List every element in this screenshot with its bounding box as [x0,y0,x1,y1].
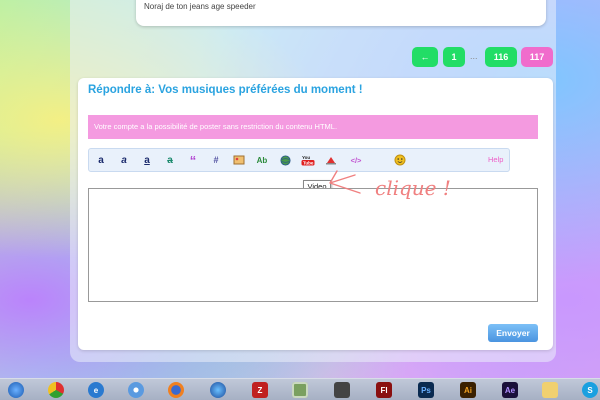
photoshop-icon[interactable]: Ps [418,382,434,398]
start-orb-icon[interactable] [8,382,24,398]
paint-icon[interactable] [292,382,308,398]
current-page-button[interactable]: 117 [521,47,553,67]
internet-explorer-icon[interactable]: e [88,382,104,398]
flash-app-icon[interactable]: Fl [376,382,392,398]
italic-button[interactable]: a [116,152,132,168]
previous-post-card: Noraj de ton jeans age speeder [136,0,546,26]
image-icon [233,155,245,165]
underline-button[interactable]: a [139,152,155,168]
skype-icon[interactable]: S [582,382,598,398]
previous-post-text: Noraj de ton jeans age speeder [144,2,256,11]
bold-button[interactable]: a [93,152,109,168]
pixel-app-icon[interactable] [334,382,350,398]
reply-form: Répondre à: Vos musiques préférées du mo… [78,78,553,350]
image-button[interactable] [231,152,247,168]
pagination-ellipsis: ... [470,51,478,61]
quote-icon: “ [189,152,197,168]
quote-button[interactable]: “ [185,152,201,168]
spoiler-button[interactable]: # [208,152,224,168]
svg-text:You: You [302,155,310,160]
youtube-icon: YouTube [301,155,315,166]
folder-icon[interactable] [542,382,558,398]
annotation-text: clique ! [375,176,451,200]
taskbar: e Z Fl Ps Ai Ae S [0,378,600,400]
font-button[interactable]: Ab [254,152,270,168]
page-1-button[interactable]: 1 [443,47,465,67]
send-button[interactable]: Envoyer [488,324,538,342]
link-button[interactable] [277,152,293,168]
reply-title: Répondre à: Vos musiques préférées du mo… [88,84,363,96]
chrome-icon[interactable] [48,382,64,398]
html-permission-notice: Votre compte a la possibilité de poster … [88,115,538,139]
bold-icon: a [98,154,104,166]
underline-icon: a [144,154,150,166]
font-icon: Ab [256,155,268,165]
video-button[interactable]: You Tube [300,152,316,168]
italic-icon: a [121,154,127,166]
help-link[interactable]: Help [488,155,503,164]
safari-icon[interactable] [128,382,144,398]
firefox-icon[interactable] [168,382,184,398]
globe-icon [279,154,291,166]
filezilla-icon[interactable]: Z [252,382,268,398]
strike-icon: a [167,154,173,166]
illustrator-icon[interactable]: Ai [460,382,476,398]
strike-button[interactable]: a [162,152,178,168]
annotation-arrow: clique ! [329,170,451,200]
windows-media-icon[interactable] [210,382,226,398]
spoiler-icon: # [213,155,219,165]
prev-page-button[interactable]: ← [412,47,438,67]
svg-text:Tube: Tube [303,161,314,166]
page-116-button[interactable]: 116 [485,47,517,67]
after-effects-icon[interactable]: Ae [502,382,518,398]
